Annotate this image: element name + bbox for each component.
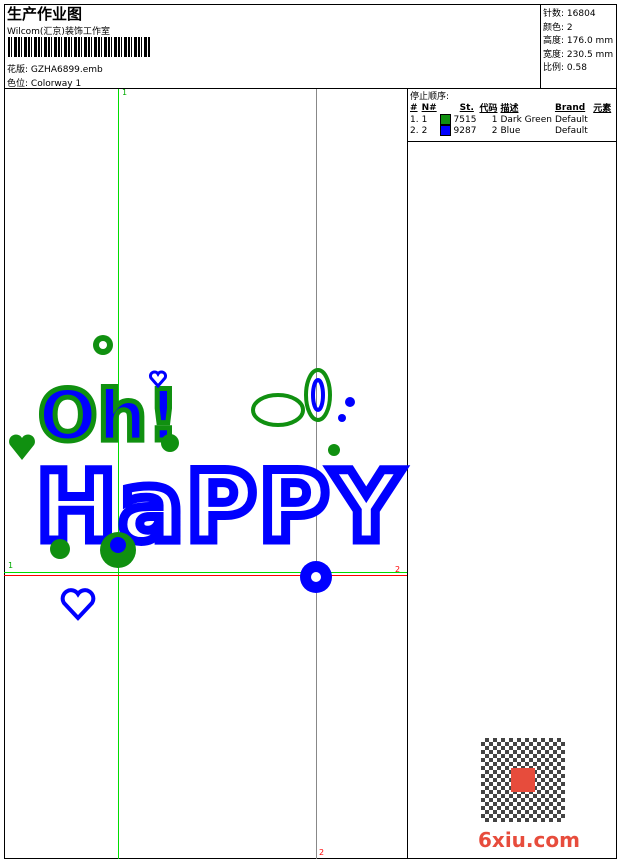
qr-code [481, 738, 565, 822]
dot-icon [161, 434, 179, 452]
seal-stamp [511, 768, 535, 792]
production-sheet: 生产作业图 Wilcom(汇京)装饰工作室 花版: GZHA6899.emb 色… [0, 0, 620, 860]
watermark-site: 6xiu.com [478, 828, 580, 852]
embroidery-design: Oh! HaPPY [9, 335, 407, 621]
heart-icon [9, 434, 35, 460]
blue-flower-icon [300, 561, 332, 593]
butterfly-icon [251, 368, 332, 427]
flower-icon [93, 335, 113, 355]
design-text-happy: HaPPY [36, 451, 402, 563]
heart-icon [60, 588, 96, 621]
